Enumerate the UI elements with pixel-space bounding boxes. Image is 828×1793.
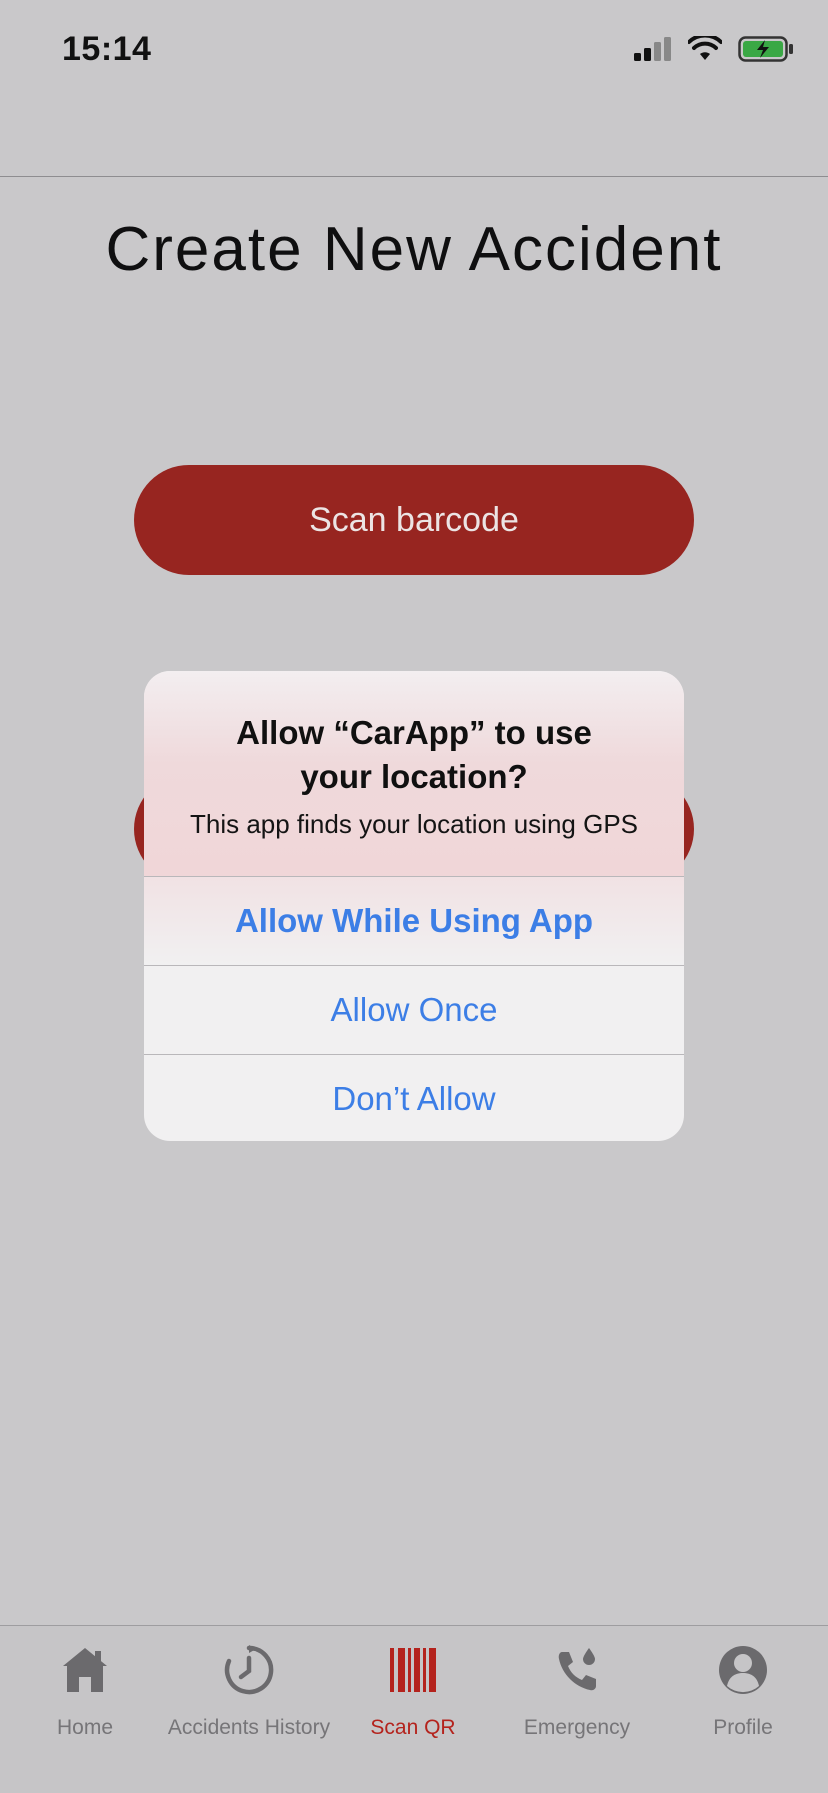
location-permission-alert: Allow “CarApp” to use your location? Thi… — [144, 671, 684, 1141]
tab-home[interactable]: Home — [0, 1634, 170, 1744]
phone-icon — [558, 1648, 596, 1691]
page-title: Create New Accident — [105, 215, 723, 284]
tab-bar: Home Accidents History Scan QR Emergency… — [0, 1625, 828, 1793]
cellular-signal-icon — [634, 37, 671, 61]
clock-icon — [224, 1645, 274, 1695]
status-time: 15:14 — [62, 30, 152, 68]
tab-label: Accidents History — [167, 1716, 331, 1739]
tab-label: Emergency — [523, 1716, 631, 1739]
wifi-icon — [688, 36, 722, 60]
barcode-icon — [390, 1648, 436, 1692]
alert-message: This app finds your location using GPS — [189, 809, 639, 839]
dont-allow-button[interactable]: Don’t Allow — [144, 1054, 684, 1141]
tab-label: Scan QR — [370, 1716, 456, 1739]
allow-while-using-app-button[interactable]: Allow While Using App — [144, 876, 684, 965]
tab-accidents-history[interactable]: Accidents History — [164, 1634, 334, 1744]
alert-header: Allow “CarApp” to use your location? Thi… — [144, 671, 684, 876]
tab-emergency[interactable]: Emergency — [492, 1634, 662, 1744]
home-icon — [63, 1648, 107, 1692]
alert-title: Allow “CarApp” to use your location? — [236, 714, 592, 795]
nav-bar-divider — [0, 176, 828, 177]
tab-label: Profile — [713, 1716, 773, 1739]
app-screen: 15:14 Create New Accident Scan barcode A… — [0, 0, 828, 1793]
tab-label: Home — [56, 1716, 114, 1739]
status-icons — [634, 36, 794, 62]
battery-charging-icon — [738, 36, 793, 62]
scan-barcode-button[interactable]: Scan barcode — [134, 465, 694, 575]
tab-profile[interactable]: Profile — [658, 1634, 828, 1744]
person-icon — [719, 1646, 767, 1694]
tab-scan-qr[interactable]: Scan QR — [328, 1634, 498, 1744]
allow-once-button[interactable]: Allow Once — [144, 965, 684, 1054]
